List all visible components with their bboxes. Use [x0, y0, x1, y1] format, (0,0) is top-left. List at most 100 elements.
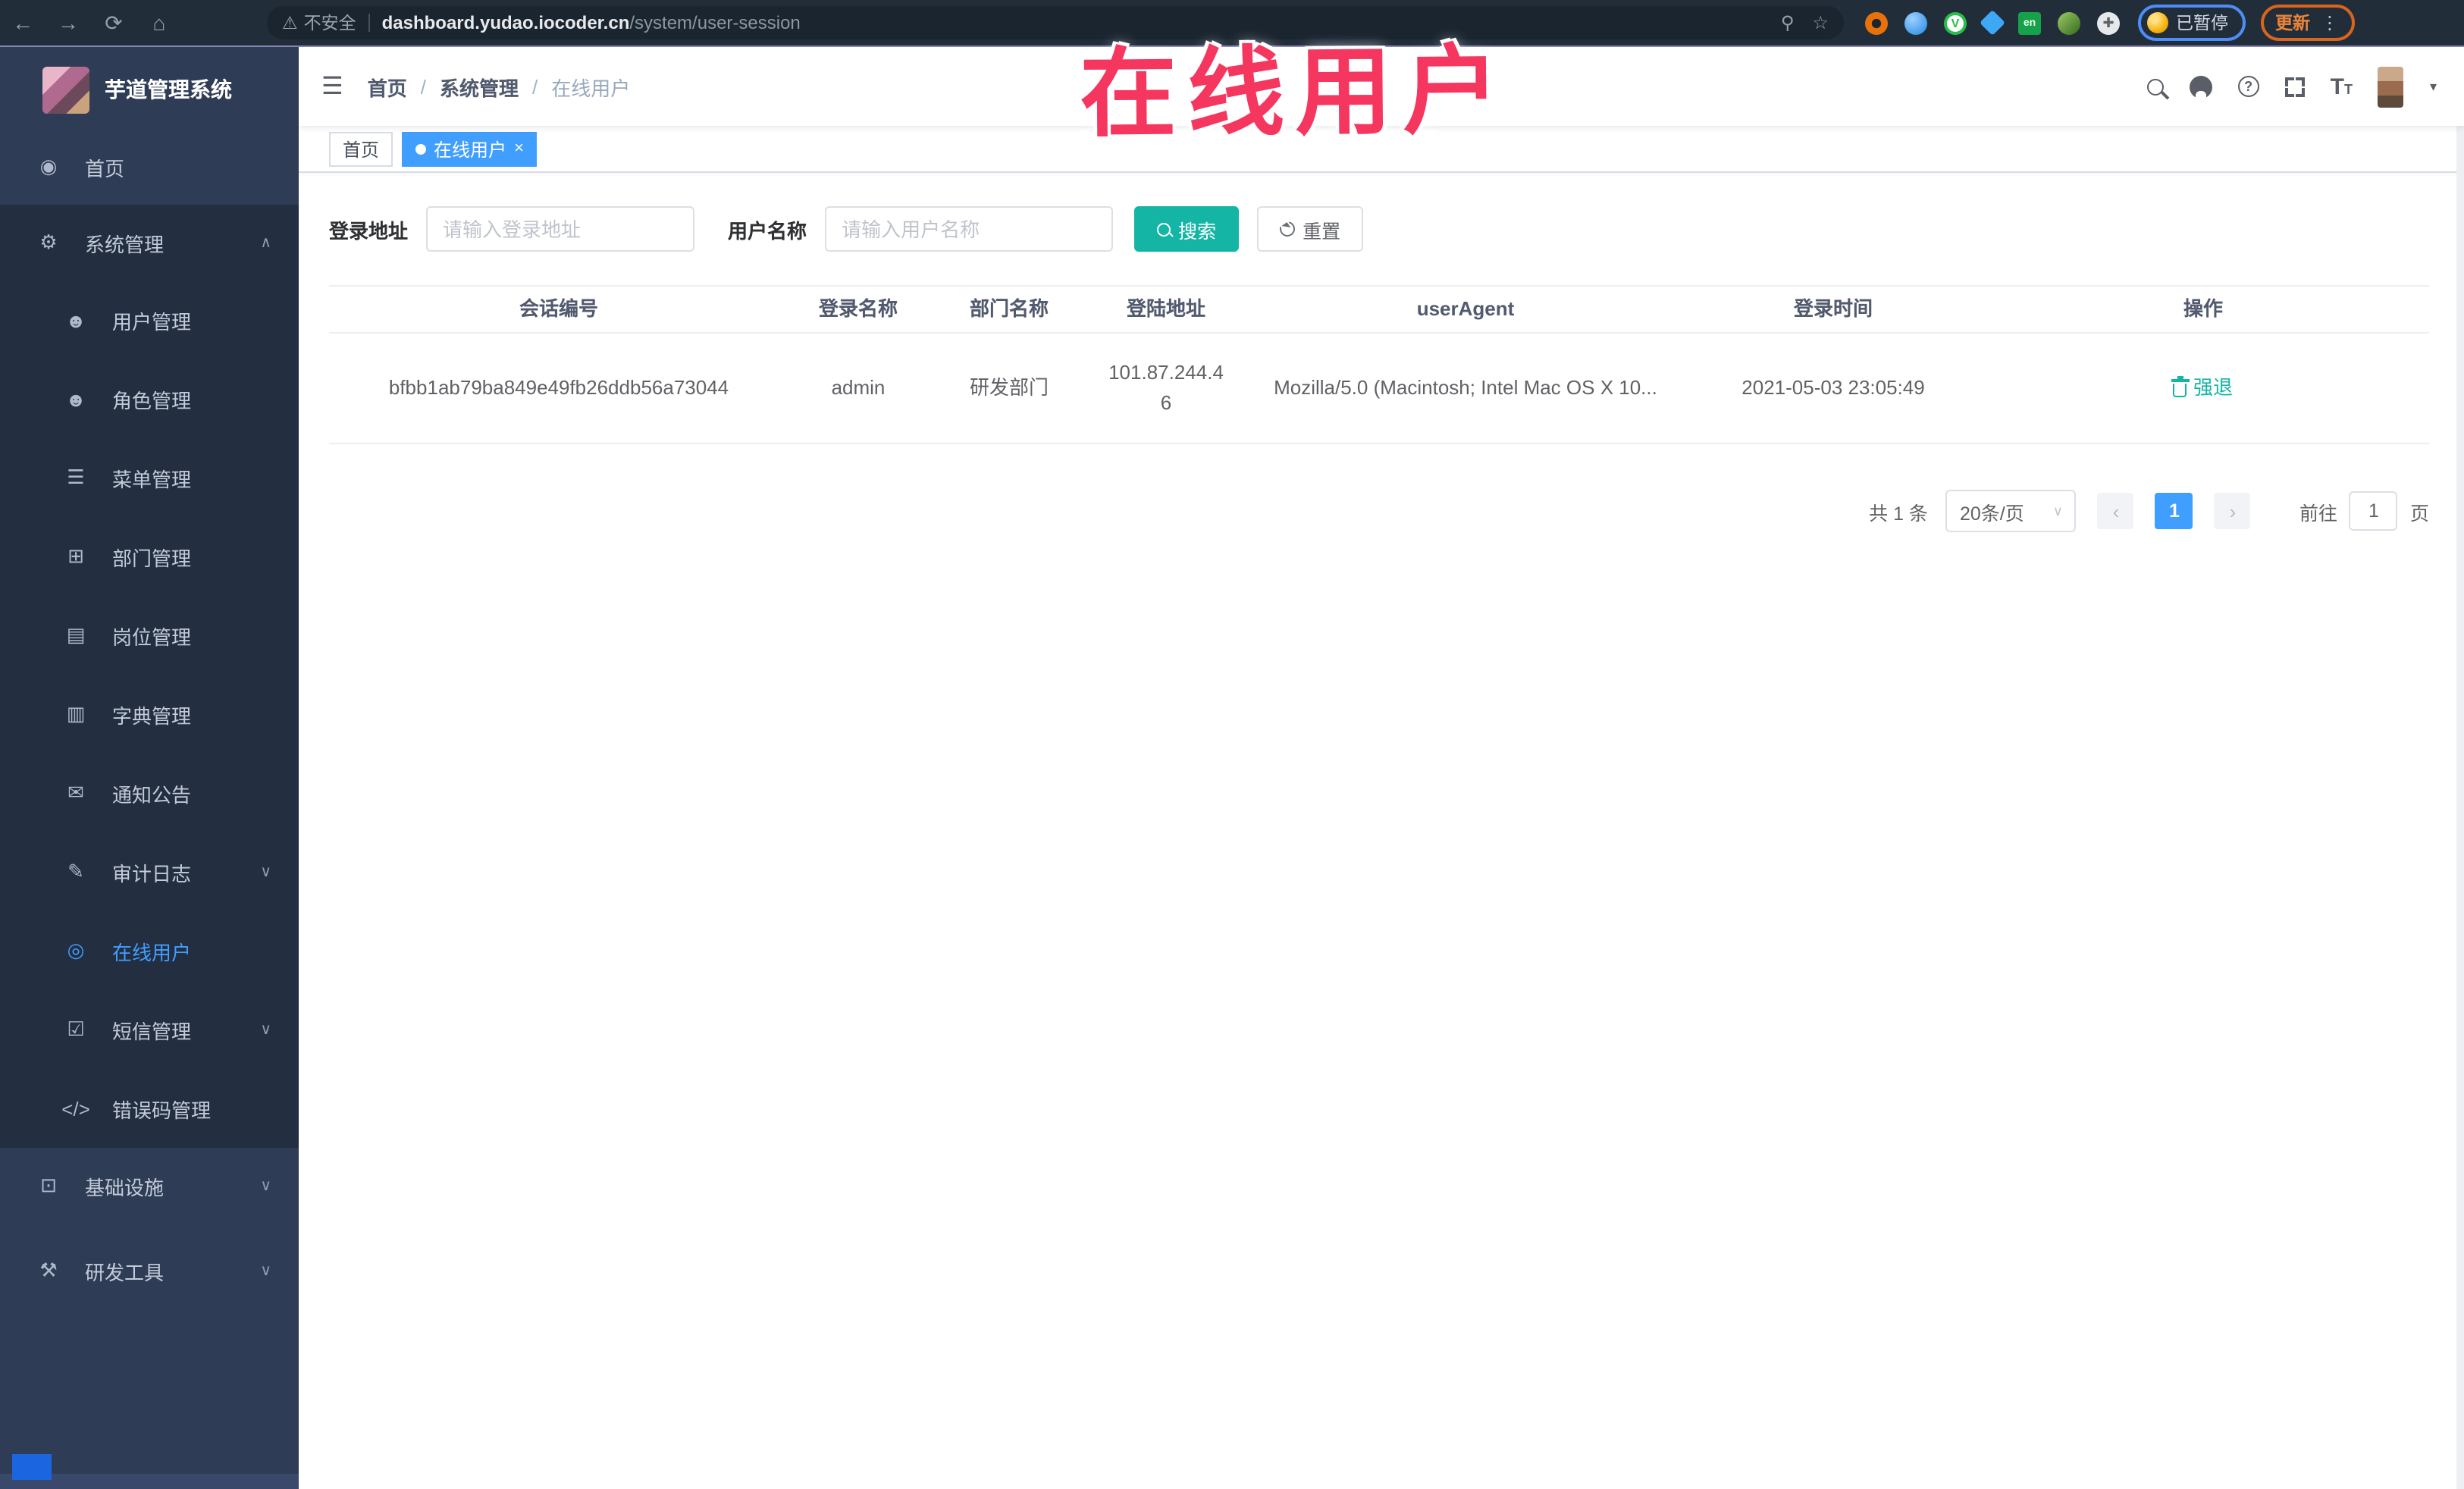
profile-chip-label: 已暂停: [2176, 15, 2228, 33]
warning-icon: ⚠: [282, 15, 298, 33]
kebab-menu-icon[interactable]: ⋮: [2321, 12, 2339, 33]
current-page[interactable]: 1: [2155, 493, 2193, 529]
url-host: dashboard.yudao.iocoder.cn: [381, 12, 630, 33]
sidebar-item-label: 研发工具: [85, 1261, 165, 1284]
back-icon[interactable]: ←: [0, 11, 45, 35]
gear-icon: ⚙: [39, 230, 58, 253]
sidebar-item-label: 在线用户: [112, 941, 192, 964]
search-icon[interactable]: [2146, 78, 2164, 95]
close-icon[interactable]: ×: [514, 139, 524, 158]
col-login-name: 登录名称: [818, 296, 898, 320]
next-page-button[interactable]: ›: [2214, 493, 2251, 529]
force-logout-button[interactable]: 强退: [2171, 372, 2233, 403]
sidebar-item-user-management[interactable]: ☻ 用户管理: [0, 281, 299, 359]
col-login-time: 登录时间: [1793, 296, 1873, 320]
breadcrumb-current: 在线用户: [551, 77, 631, 99]
sidebar-item-dict-management[interactable]: ▥ 字典管理: [0, 675, 299, 754]
extension-icon-key[interactable]: [2058, 11, 2080, 34]
username-label: 用户名称: [728, 219, 807, 242]
sidebar-item-home[interactable]: ◉ 首页: [0, 129, 299, 205]
translate-extension-icon[interactable]: en: [2018, 11, 2041, 34]
address-bar[interactable]: ⚠ 不安全 dashboard.yudao.iocoder.cn /system…: [267, 6, 1844, 39]
page-size-select[interactable]: 20条/页 ∨: [1945, 490, 2077, 532]
sidebar-item-error-code[interactable]: </> 错误码管理: [0, 1069, 299, 1148]
col-session-id: 会话编号: [519, 296, 598, 320]
select-caret-icon: ∨: [2052, 503, 2063, 518]
font-size-icon[interactable]: TT: [2331, 75, 2353, 98]
sidebar-item-infrastructure[interactable]: ⊡ 基础设施 ∨: [0, 1148, 299, 1224]
bookmark-star-icon[interactable]: ☆: [1812, 12, 1829, 33]
sidebar-item-notice[interactable]: ✉ 通知公告: [0, 754, 299, 832]
breadcrumb-system[interactable]: 系统管理: [440, 72, 519, 101]
sidebar-item-role-management[interactable]: ☻ 角色管理: [0, 359, 299, 438]
jump-suffix: 页: [2409, 503, 2429, 524]
home-icon[interactable]: ⌂: [136, 11, 182, 35]
tab-label: 在线用户: [434, 139, 507, 160]
login-address-input[interactable]: [426, 206, 695, 252]
sidebar-item-audit-log[interactable]: ✎ 审计日志 ∨: [0, 832, 299, 911]
annotation-online-users: 在线用户: [1079, 36, 1511, 149]
jump-page-input[interactable]: [2349, 491, 2398, 531]
browser-update-button[interactable]: 更新 ⋮: [2260, 5, 2354, 41]
prev-page-button[interactable]: ‹: [2097, 493, 2134, 529]
active-dot-icon: [415, 143, 427, 154]
tab-label: 首页: [343, 139, 380, 160]
sidebar-item-label: 首页: [85, 157, 125, 180]
github-icon[interactable]: [2189, 75, 2212, 98]
breadcrumb-home[interactable]: 首页: [368, 72, 407, 101]
scrollbar-track[interactable]: [2456, 94, 2464, 1489]
sidebar-item-dev-tools[interactable]: ⚒ 研发工具 ∨: [0, 1233, 299, 1309]
caret-down-icon[interactable]: ▾: [2430, 78, 2437, 95]
reload-icon[interactable]: ⟳: [91, 10, 136, 36]
cell-dept-name: 研发部门: [969, 375, 1049, 399]
sidebar-item-label: 菜单管理: [112, 468, 192, 491]
sidebar-item-label: 基础设施: [85, 1176, 165, 1199]
user-avatar[interactable]: [2378, 66, 2404, 107]
sidebar-item-label: 用户管理: [112, 310, 192, 333]
sessions-table: 会话编号 登录名称 部门名称 登陆地址 userAgent 登录时间 操作 bf…: [329, 285, 2429, 444]
cell-session-id: bfbb1ab79ba849e49fb26ddb56a73044: [388, 375, 729, 399]
online-icon: ◎: [67, 939, 85, 961]
app-logo-row[interactable]: 芋道管理系统: [0, 47, 299, 129]
username-input[interactable]: [825, 206, 1114, 252]
app-logo: [42, 66, 89, 113]
security-chip[interactable]: ⚠ 不安全: [282, 11, 356, 35]
password-key-icon[interactable]: ⚲: [1781, 12, 1795, 33]
filter-form: 登录地址 用户名称 搜索 重置: [329, 206, 2431, 252]
extension-icon-green-v[interactable]: V: [1944, 11, 1967, 34]
extension-icon-orange[interactable]: [1865, 11, 1888, 34]
monitor-icon: ⊡: [40, 1174, 57, 1196]
fullscreen-icon[interactable]: [2284, 77, 2305, 96]
help-icon[interactable]: ?: [2237, 76, 2259, 97]
forward-icon[interactable]: →: [45, 11, 91, 35]
table-row: bfbb1ab79ba849e49fb26ddb56a73044 admin 研…: [329, 334, 2429, 444]
tools-icon: ⚒: [39, 1259, 58, 1281]
search-button[interactable]: 搜索: [1134, 206, 1240, 252]
profile-sync-paused-chip[interactable]: 已暂停: [2138, 5, 2245, 41]
sidebar: 芋道管理系统 ◉ 首页 ⚙ 系统管理 ∧ ☻ 用户管理 ☻ 角色管理 ☰ 菜单管…: [0, 47, 299, 1489]
divider: [368, 14, 370, 32]
sidebar-item-post-management[interactable]: ▤ 岗位管理: [0, 596, 299, 675]
search-icon: [1157, 222, 1171, 236]
cell-login-time: 2021-05-03 23:05:49: [1741, 375, 1925, 399]
reset-button[interactable]: 重置: [1257, 206, 1364, 252]
sidebar-item-system-management[interactable]: ⚙ 系统管理 ∧: [0, 205, 299, 281]
url-path: /system/user-session: [629, 12, 801, 33]
navbar-actions: ? TT ▾: [2146, 66, 2437, 107]
sidebar-item-online-users[interactable]: ◎ 在线用户: [0, 911, 299, 990]
hamburger-icon[interactable]: ☰: [321, 71, 343, 102]
sidebar-item-dept-management[interactable]: ⊞ 部门管理: [0, 517, 299, 596]
extension-icon-drop[interactable]: [1904, 11, 1927, 34]
sidebar-item-menu-management[interactable]: ☰ 菜单管理: [0, 438, 299, 517]
chevron-up-icon: ∧: [260, 234, 271, 251]
sidebar-item-sms-management[interactable]: ☑ 短信管理 ∨: [0, 990, 299, 1069]
page-main: 登录地址 用户名称 搜索 重置 会话编号 登录名称 部门名称: [299, 173, 2464, 532]
app-title: 芋道管理系统: [105, 77, 232, 102]
total-count: 共 1 条: [1869, 503, 1928, 524]
update-label: 更新: [2275, 15, 2310, 33]
sidebar-item-label: 岗位管理: [112, 625, 192, 648]
tab-home[interactable]: 首页: [329, 131, 393, 166]
tab-online-users[interactable]: 在线用户 ×: [402, 131, 538, 166]
extension-icon-gem[interactable]: [1980, 10, 2005, 36]
extensions-puzzle-icon[interactable]: ✚: [2097, 11, 2120, 34]
